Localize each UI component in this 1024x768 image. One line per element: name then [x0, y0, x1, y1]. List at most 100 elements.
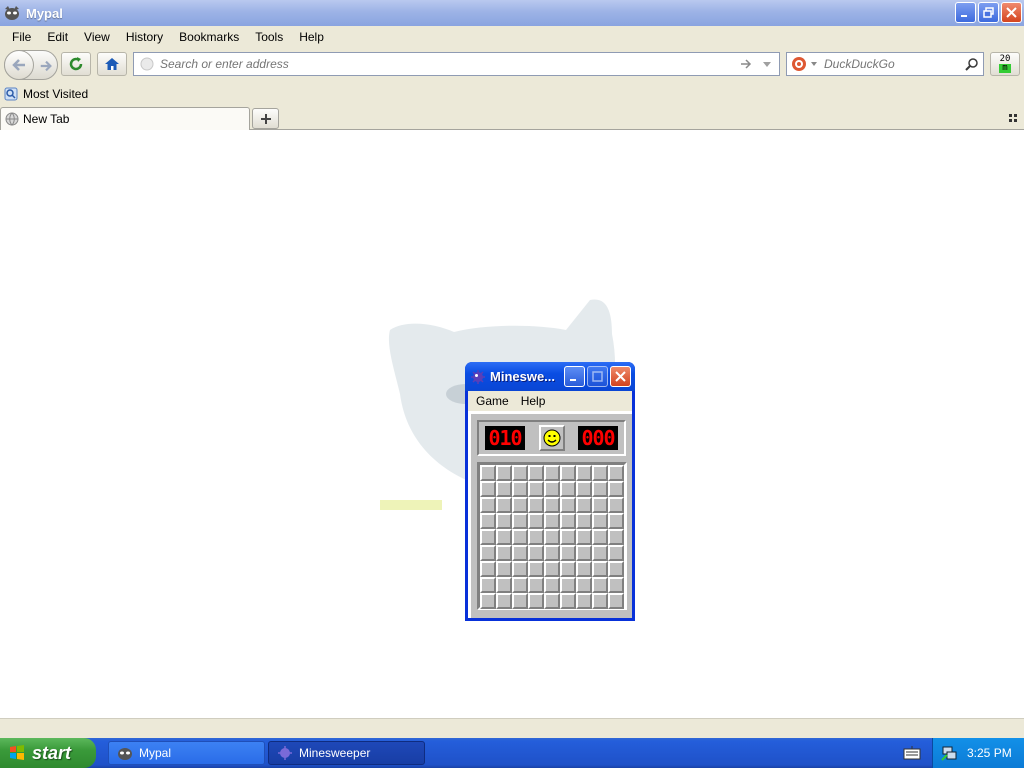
mine-cell[interactable] — [576, 561, 592, 577]
mine-cell[interactable] — [592, 577, 608, 593]
menu-bookmarks[interactable]: Bookmarks — [171, 30, 247, 44]
mine-cell[interactable] — [560, 593, 576, 609]
search-icon[interactable] — [965, 57, 979, 71]
mine-cell[interactable] — [528, 481, 544, 497]
mine-cell[interactable] — [480, 481, 496, 497]
minesweeper-maximize-button[interactable] — [587, 366, 608, 387]
menu-view[interactable]: View — [76, 30, 118, 44]
mine-cell[interactable] — [576, 465, 592, 481]
mine-cell[interactable] — [544, 577, 560, 593]
minesweeper-close-button[interactable] — [610, 366, 631, 387]
tab-new-tab[interactable]: New Tab — [0, 107, 250, 130]
mine-cell[interactable] — [592, 497, 608, 513]
mine-cell[interactable] — [496, 593, 512, 609]
mine-cell[interactable] — [544, 529, 560, 545]
mine-cell[interactable] — [608, 481, 624, 497]
minesweeper-minimize-button[interactable] — [564, 366, 585, 387]
search-input[interactable] — [824, 57, 965, 71]
mine-cell[interactable] — [512, 497, 528, 513]
mine-cell[interactable] — [528, 529, 544, 545]
mine-cell[interactable] — [512, 529, 528, 545]
menu-help[interactable]: Help — [515, 394, 552, 408]
mine-cell[interactable] — [592, 529, 608, 545]
mine-cell[interactable] — [512, 481, 528, 497]
mine-cell[interactable] — [496, 465, 512, 481]
mine-cell[interactable] — [576, 497, 592, 513]
mine-cell[interactable] — [480, 529, 496, 545]
mine-cell[interactable] — [560, 561, 576, 577]
mine-cell[interactable] — [544, 481, 560, 497]
mine-cell[interactable] — [576, 513, 592, 529]
start-button[interactable]: start — [0, 738, 96, 768]
mine-cell[interactable] — [560, 465, 576, 481]
menu-game[interactable]: Game — [470, 394, 515, 408]
mine-cell[interactable] — [528, 465, 544, 481]
home-button[interactable] — [97, 52, 127, 76]
address-bar[interactable] — [133, 52, 780, 76]
mine-cell[interactable] — [480, 561, 496, 577]
mine-cell[interactable] — [544, 465, 560, 481]
mine-cell[interactable] — [528, 513, 544, 529]
network-icon[interactable] — [941, 745, 957, 761]
go-arrow-icon[interactable] — [739, 57, 753, 71]
mine-cell[interactable] — [560, 577, 576, 593]
back-button[interactable] — [4, 50, 34, 80]
mine-cell[interactable] — [560, 545, 576, 561]
mine-cell[interactable] — [496, 513, 512, 529]
mine-cell[interactable] — [496, 497, 512, 513]
mine-cell[interactable] — [544, 561, 560, 577]
search-bar[interactable] — [786, 52, 984, 76]
mine-cell[interactable] — [480, 465, 496, 481]
zoom-button[interactable]: 20 m — [990, 52, 1020, 76]
dropdown-icon[interactable] — [761, 58, 773, 70]
mine-cell[interactable] — [608, 529, 624, 545]
menu-edit[interactable]: Edit — [39, 30, 76, 44]
address-input[interactable] — [160, 57, 739, 71]
mine-cell[interactable] — [480, 513, 496, 529]
mine-cell[interactable] — [480, 545, 496, 561]
mine-cell[interactable] — [512, 577, 528, 593]
mine-cell[interactable] — [608, 545, 624, 561]
mine-cell[interactable] — [496, 481, 512, 497]
mine-cell[interactable] — [480, 593, 496, 609]
mine-cell[interactable] — [512, 561, 528, 577]
menu-help[interactable]: Help — [291, 30, 332, 44]
mine-cell[interactable] — [608, 561, 624, 577]
mine-cell[interactable] — [480, 577, 496, 593]
mine-cell[interactable] — [528, 545, 544, 561]
mine-cell[interactable] — [576, 577, 592, 593]
tab-grid-icon[interactable] — [1006, 111, 1020, 125]
mine-cell[interactable] — [528, 593, 544, 609]
mine-cell[interactable] — [576, 481, 592, 497]
menu-tools[interactable]: Tools — [247, 30, 291, 44]
taskbar-item-minesweeper[interactable]: Minesweeper — [268, 741, 425, 765]
mine-cell[interactable] — [512, 513, 528, 529]
mine-cell[interactable] — [480, 497, 496, 513]
minesweeper-window[interactable]: Mineswe... Game Help 010 000 — [465, 362, 635, 621]
mine-cell[interactable] — [608, 577, 624, 593]
minesweeper-title-bar[interactable]: Mineswe... — [465, 362, 635, 391]
new-tab-button[interactable] — [252, 108, 279, 129]
mine-cell[interactable] — [512, 545, 528, 561]
mine-cell[interactable] — [560, 481, 576, 497]
mine-cell[interactable] — [576, 545, 592, 561]
mine-cell[interactable] — [528, 577, 544, 593]
mine-cell[interactable] — [608, 513, 624, 529]
mine-cell[interactable] — [576, 593, 592, 609]
minimize-button[interactable] — [955, 2, 976, 23]
reload-button[interactable] — [61, 52, 91, 76]
mine-cell[interactable] — [528, 561, 544, 577]
mine-cell[interactable] — [512, 593, 528, 609]
mine-cell[interactable] — [560, 529, 576, 545]
mine-cell[interactable] — [608, 497, 624, 513]
mine-cell[interactable] — [544, 545, 560, 561]
clock[interactable]: 3:25 PM — [967, 746, 1012, 760]
mine-cell[interactable] — [560, 497, 576, 513]
mine-cell[interactable] — [544, 513, 560, 529]
mine-cell[interactable] — [592, 513, 608, 529]
search-engine-dropdown-icon[interactable] — [810, 60, 818, 68]
mine-cell[interactable] — [544, 497, 560, 513]
duckduckgo-icon[interactable] — [791, 56, 807, 72]
mine-cell[interactable] — [512, 465, 528, 481]
mine-cell[interactable] — [560, 513, 576, 529]
